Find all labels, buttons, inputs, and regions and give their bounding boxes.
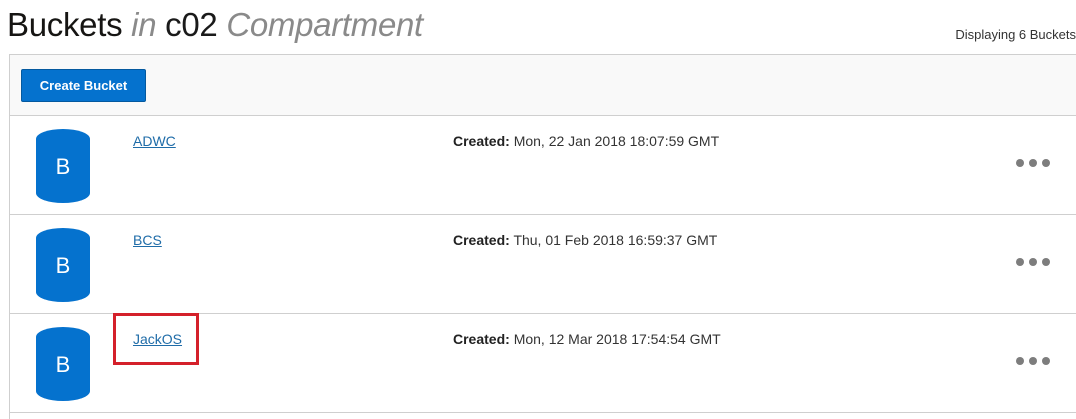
bucket-icon: B <box>36 129 90 203</box>
bucket-icon: B <box>36 228 90 302</box>
dot <box>1029 357 1037 365</box>
create-bucket-button[interactable]: Create Bucket <box>21 69 146 102</box>
dot <box>1042 159 1050 167</box>
buckets-panel: Create Bucket B ADWC Created: Mon, 22 Ja… <box>9 54 1076 419</box>
bucket-icon-letter: B <box>55 253 71 278</box>
more-actions-icon[interactable] <box>1016 253 1050 271</box>
dot <box>1042 357 1050 365</box>
toolbar: Create Bucket <box>10 55 1076 116</box>
bucket-created: Created: Mon, 12 Mar 2018 17:54:54 GMT <box>453 331 721 347</box>
buckets-page: Buckets in c02 Compartment Displaying 6 … <box>0 0 1076 419</box>
bucket-icon-letter: B <box>55 154 71 179</box>
more-actions-icon[interactable] <box>1016 154 1050 172</box>
bucket-icon: B <box>36 327 90 401</box>
dot <box>1016 159 1024 167</box>
bucket-icon-letter: B <box>55 352 71 377</box>
dot <box>1029 159 1037 167</box>
bucket-row-jackos: B JackOS Created: Mon, 12 Mar 2018 17:54… <box>10 314 1076 413</box>
page-title: Buckets in c02 Compartment <box>7 3 423 47</box>
created-label: Created: <box>453 331 510 347</box>
created-value: Mon, 22 Jan 2018 18:07:59 GMT <box>513 133 720 149</box>
dot <box>1042 258 1050 266</box>
dot <box>1016 357 1024 365</box>
compartment-name: c02 <box>165 6 218 43</box>
bucket-created: Created: Thu, 01 Feb 2018 16:59:37 GMT <box>453 232 717 248</box>
dot <box>1029 258 1037 266</box>
bucket-row-bcs: B BCS Created: Thu, 01 Feb 2018 16:59:37… <box>10 215 1076 314</box>
created-value: Thu, 01 Feb 2018 16:59:37 GMT <box>513 232 718 248</box>
bucket-row-adwc: B ADWC Created: Mon, 22 Jan 2018 18:07:5… <box>10 116 1076 215</box>
dot <box>1016 258 1024 266</box>
title-suffix: Compartment <box>226 6 423 43</box>
bucket-name-link[interactable]: ADWC <box>133 133 176 149</box>
created-label: Created: <box>453 133 510 149</box>
title-prefix: Buckets <box>7 6 123 43</box>
display-count: Displaying 6 Buckets <box>955 27 1076 42</box>
created-label: Created: <box>453 232 510 248</box>
page-header: Buckets in c02 Compartment <box>7 3 423 47</box>
created-value: Mon, 12 Mar 2018 17:54:54 GMT <box>513 331 721 347</box>
title-in: in <box>131 6 157 43</box>
more-actions-icon[interactable] <box>1016 352 1050 370</box>
bucket-name-link[interactable]: JackOS <box>133 331 182 347</box>
bucket-name-link[interactable]: BCS <box>133 232 162 248</box>
bucket-created: Created: Mon, 22 Jan 2018 18:07:59 GMT <box>453 133 719 149</box>
